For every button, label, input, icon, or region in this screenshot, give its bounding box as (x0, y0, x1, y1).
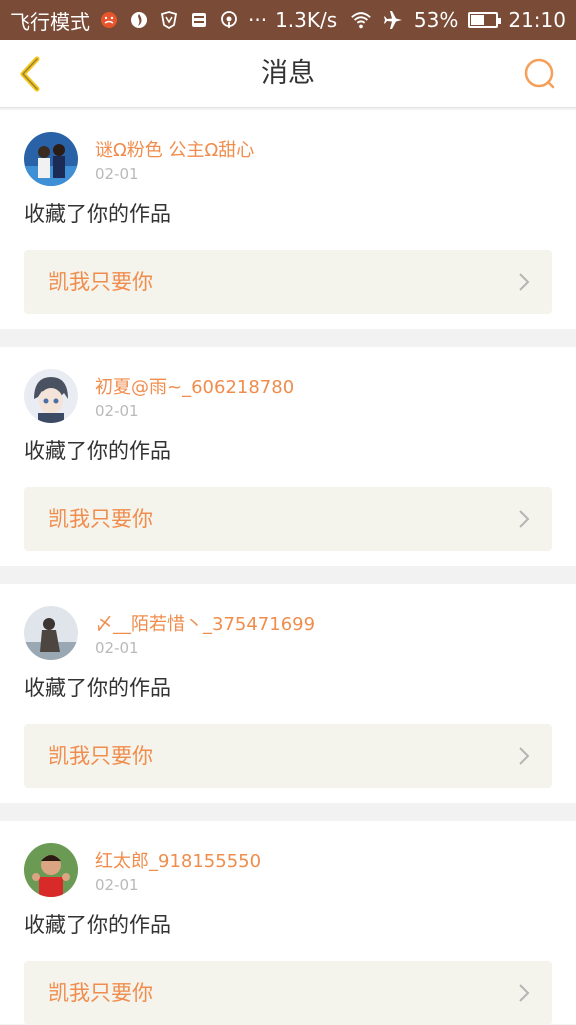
chevron-right-icon (519, 747, 530, 765)
avatar[interactable] (24, 606, 78, 660)
chevron-right-icon (519, 273, 530, 291)
message-date: 02-01 (95, 402, 139, 420)
username[interactable]: 〆__陌若惜丶_375471699 (95, 610, 315, 636)
work-title: 凯我只要你 (48, 744, 153, 768)
message-card: 红太郎_918155550 02-01 收藏了你的作品 凯我只要你 (0, 821, 576, 1025)
message-card: 谜Ω粉色 公主Ω甜心 02-01 收藏了你的作品 凯我只要你 (0, 110, 576, 329)
work-link[interactable]: 凯我只要你 (24, 724, 552, 788)
avatar[interactable] (24, 843, 78, 897)
username[interactable]: 红太郎_918155550 (95, 847, 261, 873)
message-date: 02-01 (95, 876, 139, 894)
username[interactable]: 初夏@雨~_606218780 (95, 373, 294, 399)
page-title: 消息 (261, 58, 315, 89)
message-date: 02-01 (95, 165, 139, 183)
work-title: 凯我只要你 (48, 507, 153, 531)
work-link[interactable]: 凯我只要你 (24, 250, 552, 314)
work-title: 凯我只要你 (48, 270, 153, 294)
storage-icon (188, 9, 210, 31)
message-action: 收藏了你的作品 (24, 913, 171, 937)
message-card: 〆__陌若惜丶_375471699 02-01 收藏了你的作品 凯我只要你 (0, 584, 576, 803)
wifi-icon (350, 9, 372, 31)
message-action: 收藏了你的作品 (24, 439, 171, 463)
message-action: 收藏了你的作品 (24, 676, 171, 700)
network-speed: 1.3K/s (275, 8, 338, 32)
status-bar: 飞行模式 ··· 1.3K/s 53% 21:10 (0, 0, 576, 40)
search-icon (524, 58, 555, 89)
more-notifications: ··· (248, 8, 268, 32)
airplane-icon (382, 9, 404, 31)
shield-vpn-icon (158, 9, 180, 31)
work-link[interactable]: 凯我只要你 (24, 487, 552, 551)
chevron-right-icon (519, 984, 530, 1002)
work-link[interactable]: 凯我只要你 (24, 961, 552, 1025)
airplane-mode-label: 飞行模式 (10, 9, 90, 34)
message-date: 02-01 (95, 639, 139, 657)
search-button[interactable] (522, 56, 558, 92)
work-title: 凯我只要你 (48, 981, 153, 1005)
hotspot-icon (218, 9, 240, 31)
message-action: 收藏了你的作品 (24, 202, 171, 226)
app-header: 消息 (0, 40, 576, 108)
notification-face-icon (98, 9, 120, 31)
battery-percent: 53% (413, 8, 459, 32)
chevron-right-icon (519, 510, 530, 528)
battery-icon (468, 12, 502, 28)
clock: 21:10 (508, 8, 566, 32)
message-card: 初夏@雨~_606218780 02-01 收藏了你的作品 凯我只要你 (0, 347, 576, 566)
avatar[interactable] (24, 132, 78, 186)
flame-app-icon (128, 9, 150, 31)
username[interactable]: 谜Ω粉色 公主Ω甜心 (95, 136, 254, 162)
avatar[interactable] (24, 369, 78, 423)
